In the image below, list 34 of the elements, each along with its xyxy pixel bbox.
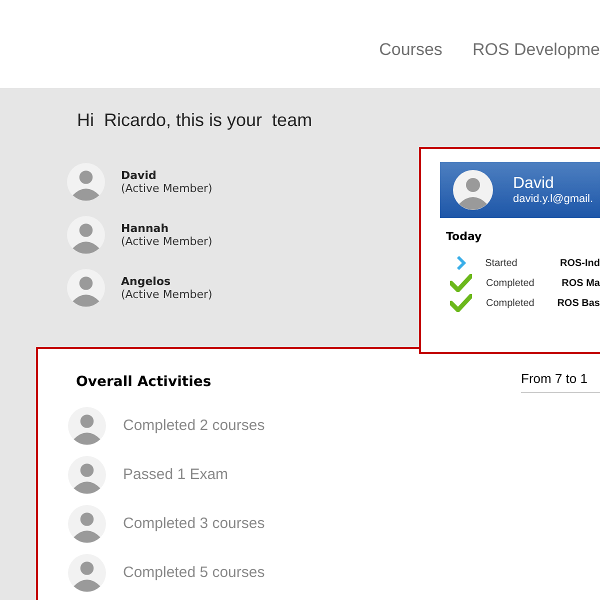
activity-text: Passed 1 Exam — [123, 466, 228, 483]
nav-link[interactable]: ROS Developme — [472, 40, 600, 60]
member-role: (Active Member) — [121, 288, 212, 300]
panel-title: Overall Activities — [76, 374, 212, 390]
member-name: Hannah — [121, 222, 170, 234]
avatar-icon — [453, 170, 493, 210]
date-range[interactable]: From 7 to 1 — [521, 371, 600, 393]
activity-status: Started — [485, 258, 518, 268]
course-name: ROS Bas — [557, 298, 600, 308]
nav-link[interactable]: Courses — [379, 40, 442, 60]
avatar-icon — [68, 406, 106, 444]
profile-name: David — [513, 175, 555, 193]
course-name: ROS-Ind — [560, 258, 600, 268]
activity-text: Completed 2 courses — [123, 417, 265, 434]
member-name: Angelos — [121, 274, 172, 288]
greeting-text: Hi Ricardo, this is your team — [77, 110, 312, 131]
activity-status: Completed — [486, 278, 536, 288]
member-role: (Active Member) — [121, 234, 212, 248]
activity-status: Completed — [486, 298, 536, 308]
activity-text: Completed 5 courses — [123, 564, 265, 581]
avatar-icon — [67, 162, 105, 200]
checkmark-icon — [450, 294, 472, 312]
course-name: ROS Ma — [562, 278, 600, 288]
checkmark-icon — [450, 274, 472, 292]
activity-text: Completed 3 courses — [123, 515, 265, 532]
member-name: David — [121, 168, 158, 182]
section-title: Today — [446, 230, 483, 243]
avatar-icon — [68, 554, 106, 592]
member-role: (Active Member) — [121, 182, 212, 194]
avatar-icon — [68, 504, 106, 542]
profile-email: david.y.l@gmail. — [513, 193, 594, 205]
avatar-icon — [67, 268, 105, 306]
avatar-icon — [68, 456, 106, 494]
avatar-icon — [67, 216, 105, 254]
